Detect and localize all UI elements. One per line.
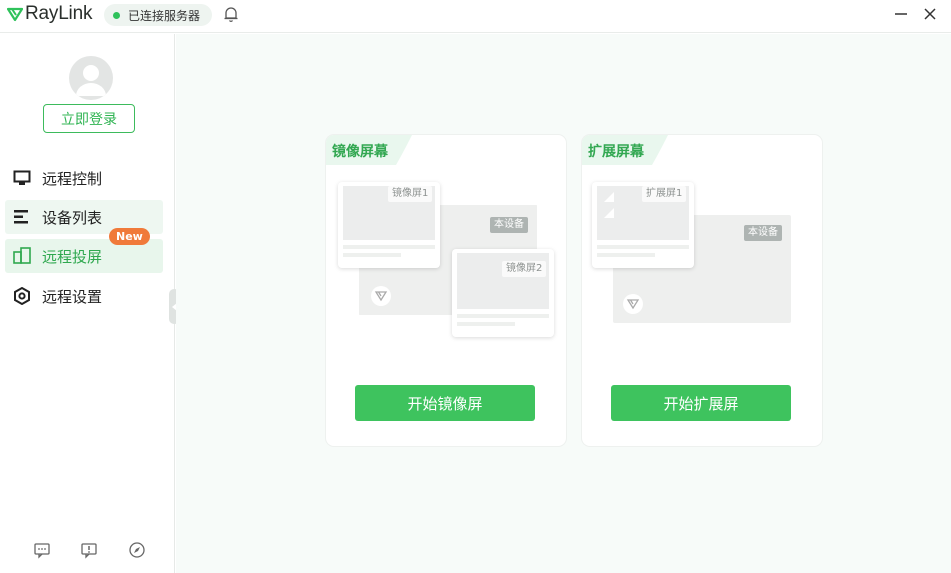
raylink-small-icon [623,294,643,314]
raylink-logo-icon [7,7,23,22]
sidebar-item-remote-control[interactable]: 远程控制 [5,161,163,195]
extend-screen-card: 扩展屏幕 本设备 扩展屏1 开始扩展屏 [582,135,822,446]
title-bar: RayLink 已连接服务器 [0,0,951,33]
app-logo: RayLink [7,3,92,25]
compass-icon[interactable] [128,541,146,559]
feedback-icon[interactable] [33,541,51,559]
minimize-icon[interactable] [894,4,908,24]
sidebar: 立即登录 远程控制 设备列表 远程投屏 New 远程设置 [0,34,180,573]
sidebar-item-remote-settings[interactable]: 远程设置 [5,279,163,313]
card-title: 扩展屏幕 [588,144,644,160]
settings-hexagon-icon [12,286,32,306]
device-label: 本设备 [744,225,782,241]
sidebar-item-label: 远程设置 [42,287,103,306]
device-label: 本设备 [490,217,528,233]
screen-label: 镜像屏2 [502,261,547,277]
screen-label: 扩展屏1 [642,186,687,202]
mirror-screen-2: 镜像屏2 [452,249,554,337]
connection-status[interactable]: 已连接服务器 [104,4,212,26]
alert-icon[interactable] [80,541,98,559]
bell-icon[interactable] [223,6,239,23]
sidebar-item-label: 远程控制 [42,169,103,188]
cast-screen-icon [12,246,32,266]
sidebar-item-label: 设备列表 [42,208,103,227]
extend-illustration: 本设备 扩展屏1 [582,175,822,355]
login-button[interactable]: 立即登录 [43,104,135,133]
mirror-illustration: 本设备 镜像屏1 镜像屏2 [326,175,566,355]
close-icon[interactable] [922,4,938,24]
start-mirror-button[interactable]: 开始镜像屏 [355,385,535,421]
status-text: 已连接服务器 [128,8,201,23]
mirror-screen-1: 镜像屏1 [338,182,440,268]
sidebar-item-screen-cast[interactable]: 远程投屏 New [5,228,163,273]
card-title: 镜像屏幕 [332,144,388,160]
avatar[interactable] [69,56,113,100]
screen-label: 镜像屏1 [388,186,433,202]
raylink-small-icon [371,286,391,306]
new-badge: New [109,228,150,245]
start-extend-button[interactable]: 开始扩展屏 [611,385,791,421]
status-dot-icon [113,11,120,19]
list-icon [12,207,32,227]
extend-arrows-icon [604,192,614,218]
sidebar-item-label: 远程投屏 [42,247,103,266]
monitor-icon [12,168,32,188]
user-avatar-icon [76,65,106,96]
app-name: RayLink [25,3,93,24]
main-panel: 镜像屏幕 本设备 镜像屏1 镜像屏2 开始镜像屏 扩展屏幕 本设备 扩展屏1 开… [176,34,951,573]
mirror-screen-card: 镜像屏幕 本设备 镜像屏1 镜像屏2 开始镜像屏 [326,135,566,446]
extend-screen-1: 扩展屏1 [592,182,694,268]
